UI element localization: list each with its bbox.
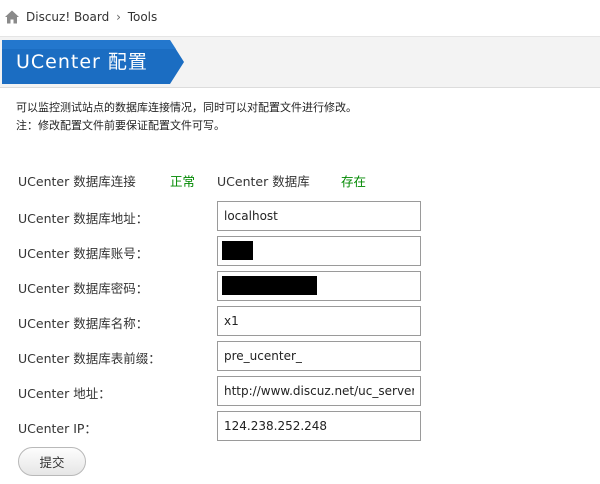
form-row-pass: UCenter 数据库密码：: [0, 271, 600, 301]
ucenter-url-label: UCenter 地址：: [18, 386, 111, 401]
db-host-label: UCenter 数据库地址：: [18, 211, 149, 226]
db-user-label: UCenter 数据库账号：: [18, 246, 149, 261]
form-row-url: UCenter 地址：: [0, 376, 600, 406]
db-name-label: UCenter 数据库名称：: [18, 316, 149, 331]
status-row: UCenter 数据库连接 正常 UCenter 数据库 存在: [0, 171, 600, 193]
breadcrumb-board-link[interactable]: Discuz! Board: [26, 10, 109, 24]
submit-button[interactable]: 提交: [18, 447, 86, 476]
ucenter-ip-input[interactable]: [217, 411, 421, 441]
form-row-host: UCenter 数据库地址：: [0, 201, 600, 231]
db-host-input[interactable]: [217, 201, 421, 231]
form-row-user: UCenter 数据库账号：: [0, 236, 600, 266]
page-description: 可以监控测试站点的数据库连接情况，同时可以对配置文件进行修改。 注：修改配置文件…: [16, 99, 586, 135]
form-row-ip: UCenter IP：: [0, 411, 600, 441]
db-connection-status: 正常: [170, 174, 196, 189]
form-row-prefix: UCenter 数据库表前缀：: [0, 341, 600, 371]
redaction-block: [222, 276, 317, 295]
ucenter-ip-label: UCenter IP：: [18, 421, 97, 436]
ucenter-url-input[interactable]: [217, 376, 421, 406]
breadcrumb-current: Tools: [127, 10, 158, 24]
page-title: UCenter 配置: [16, 51, 148, 73]
db-exists-label: UCenter 数据库: [217, 174, 310, 189]
breadcrumb-bar: Discuz! Board › Tools: [0, 0, 600, 37]
table-prefix-input[interactable]: [217, 341, 421, 371]
description-line-1: 可以监控测试站点的数据库连接情况，同时可以对配置文件进行修改。: [16, 101, 357, 114]
db-exists-status: 存在: [341, 174, 367, 189]
db-name-input[interactable]: [217, 306, 421, 336]
breadcrumb: Discuz! Board › Tools: [26, 10, 157, 24]
table-prefix-label: UCenter 数据库表前缀：: [18, 351, 161, 366]
db-connection-label: UCenter 数据库连接: [18, 174, 136, 189]
breadcrumb-separator: ›: [116, 10, 121, 24]
redaction-block: [222, 241, 253, 260]
form-row-dbname: UCenter 数据库名称：: [0, 306, 600, 336]
description-line-2: 注：修改配置文件前要保证配置文件可写。: [16, 119, 225, 132]
home-icon[interactable]: [4, 9, 20, 25]
db-password-label: UCenter 数据库密码：: [18, 281, 149, 296]
